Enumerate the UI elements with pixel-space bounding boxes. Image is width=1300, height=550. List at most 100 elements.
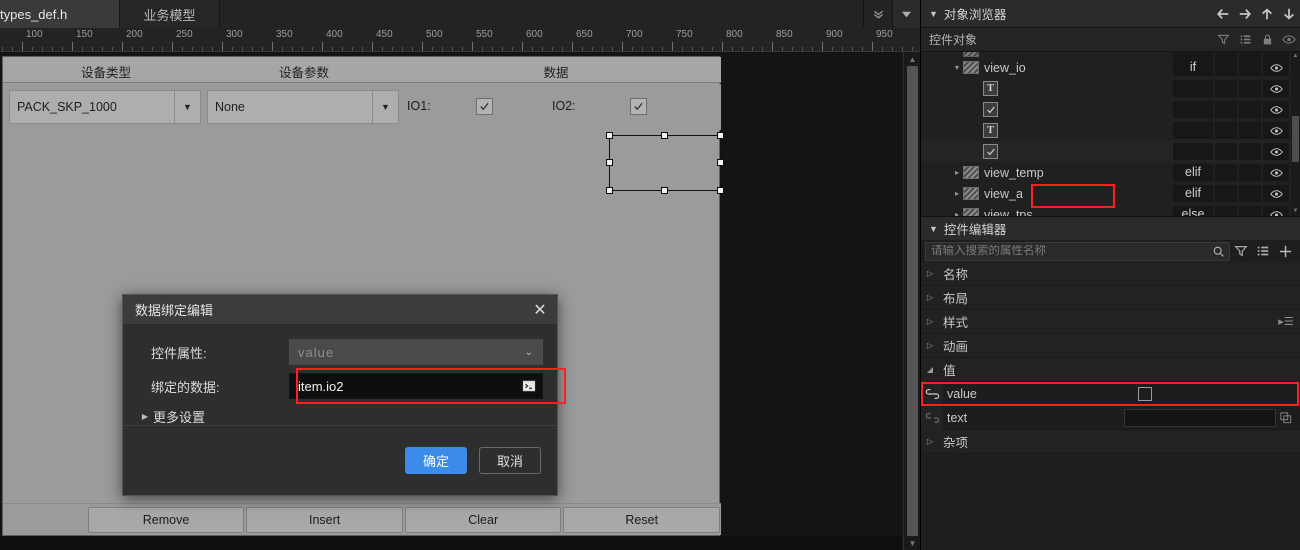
filter-icon[interactable]: [1212, 28, 1234, 52]
tree-row[interactable]: [921, 99, 1300, 120]
tree-expand-icon[interactable]: ▾: [951, 63, 963, 72]
visibility-eye-icon[interactable]: [1263, 122, 1289, 139]
chevron-down-icon[interactable]: ⌄: [525, 347, 542, 358]
scroll-up-icon[interactable]: ▲: [1292, 53, 1299, 60]
list-icon[interactable]: [1234, 28, 1256, 52]
eye-icon[interactable]: [1278, 28, 1300, 52]
visibility-eye-icon[interactable]: [1263, 206, 1289, 216]
property-group-名称[interactable]: ▷ 名称: [921, 262, 1300, 286]
arrow-up-icon[interactable]: [1256, 0, 1278, 28]
chevron-right-icon[interactable]: ▷: [921, 437, 939, 446]
resize-handle-s[interactable]: [661, 187, 668, 194]
resize-handle-n[interactable]: [661, 132, 668, 139]
tree-vertical-scrollbar[interactable]: ▲ ▼: [1291, 52, 1300, 216]
chevron-double-down-icon[interactable]: [864, 0, 892, 28]
tree-row[interactable]: [921, 141, 1300, 162]
chevron-down-icon[interactable]: ▼: [929, 224, 938, 234]
device-param-combobox[interactable]: None ▼: [207, 90, 399, 124]
visibility-eye-icon[interactable]: [1263, 143, 1289, 160]
lock-icon[interactable]: [1256, 28, 1278, 52]
property-group-样式[interactable]: ▷ 样式 ▸☰: [921, 310, 1300, 334]
tree-expand-icon[interactable]: ▸: [951, 210, 963, 216]
tree-row[interactable]: ▾ view_io if: [921, 57, 1300, 78]
visibility-eye-icon[interactable]: [1263, 59, 1289, 76]
close-icon[interactable]: ✕: [523, 295, 557, 325]
arrow-right-icon[interactable]: [1234, 0, 1256, 28]
remove-button[interactable]: Remove: [87, 506, 245, 533]
canvas-vertical-scrollbar[interactable]: ▲ ▼: [903, 52, 920, 550]
chevron-right-icon[interactable]: ▷: [921, 293, 939, 302]
property-row-text[interactable]: text: [921, 405, 1300, 430]
chevron-right-icon[interactable]: ▷: [921, 317, 939, 326]
chevron-down-icon[interactable]: ▼: [929, 9, 938, 19]
chevron-down-icon[interactable]: ▼: [174, 91, 200, 123]
resize-handle-nw[interactable]: [606, 132, 613, 139]
property-row-value[interactable]: value: [921, 381, 1300, 406]
visibility-eye-icon[interactable]: [1263, 164, 1289, 181]
chevron-down-icon[interactable]: [892, 0, 920, 28]
object-tree[interactable]: ▾ view_io if T T ▸ view_temp elif ▸ view_a elif ▸ vi…: [921, 52, 1300, 216]
reset-button[interactable]: Reset: [563, 506, 721, 533]
canvas-scroll-thumb[interactable]: [907, 66, 918, 536]
property-editor-title: 控件编辑器: [943, 223, 1007, 237]
arrow-left-icon[interactable]: [1212, 0, 1234, 28]
tree-row[interactable]: ▸ view_a elif: [921, 183, 1300, 204]
device-type-combobox[interactable]: PACK_SKP_1000 ▼: [9, 90, 201, 124]
filter-icon[interactable]: [1230, 240, 1252, 262]
property-editor-titlebar[interactable]: ▼ 控件编辑器: [921, 216, 1300, 240]
tree-row[interactable]: T: [921, 120, 1300, 141]
property-select[interactable]: value ⌄: [289, 339, 543, 365]
chevron-right-icon[interactable]: ▷: [921, 269, 939, 278]
selection-frame[interactable]: [606, 132, 724, 194]
io2-checkbox[interactable]: [630, 98, 647, 115]
insert-button[interactable]: Insert: [246, 506, 403, 533]
copy-icon[interactable]: [1276, 408, 1296, 428]
object-browser-titlebar[interactable]: ▼ 对象浏览器: [921, 0, 1300, 28]
scroll-up-icon[interactable]: ▲: [904, 52, 921, 66]
more-settings-toggle[interactable]: ▶ 更多设置: [137, 407, 543, 426]
visibility-eye-icon[interactable]: [1263, 185, 1289, 202]
property-value-checkbox[interactable]: [1138, 386, 1152, 401]
property-group-布局[interactable]: ▷ 布局: [921, 286, 1300, 310]
resize-handle-e[interactable]: [717, 159, 724, 166]
property-group-值[interactable]: ◢ 值: [921, 358, 1300, 382]
resize-handle-sw[interactable]: [606, 187, 613, 194]
tree-scroll-thumb[interactable]: [1292, 116, 1299, 162]
tab-types-def-h[interactable]: types_def.h: [0, 0, 120, 28]
binding-link-icon[interactable]: [921, 381, 943, 406]
tree-expand-icon[interactable]: ▸: [951, 189, 963, 198]
plus-icon[interactable]: [1274, 240, 1296, 262]
resize-handle-w[interactable]: [606, 159, 613, 166]
property-value-input[interactable]: [1124, 408, 1276, 427]
list-icon[interactable]: [1252, 240, 1274, 262]
visibility-eye-icon[interactable]: [1263, 101, 1289, 118]
ok-button[interactable]: 确定: [405, 447, 467, 474]
tree-expand-icon[interactable]: ▸: [951, 168, 963, 177]
scroll-down-icon[interactable]: ▼: [904, 536, 921, 550]
chevron-down-icon[interactable]: ◢: [921, 365, 939, 374]
clear-button[interactable]: Clear: [404, 506, 562, 533]
resize-handle-se[interactable]: [717, 187, 724, 194]
tab-business-model[interactable]: 业务模型: [120, 0, 220, 28]
property-search-box[interactable]: [925, 240, 1230, 262]
arrow-down-icon[interactable]: [1278, 0, 1300, 28]
tree-row[interactable]: ▸ view_tps else: [921, 204, 1300, 216]
chevron-down-icon[interactable]: ▼: [372, 91, 398, 123]
script-editor-icon[interactable]: [522, 379, 542, 393]
resize-handle-ne[interactable]: [717, 132, 724, 139]
menu-icon[interactable]: ▸☰: [1276, 312, 1296, 332]
search-icon[interactable]: [1207, 240, 1229, 262]
binding-link-icon[interactable]: [921, 405, 943, 430]
visibility-eye-icon[interactable]: [1263, 80, 1289, 97]
tree-row[interactable]: ▸ view_temp elif: [921, 162, 1300, 183]
property-group-杂项[interactable]: ▷ 杂项: [921, 430, 1300, 454]
data-binding-dialog[interactable]: 数据绑定编辑 ✕ 控件属性: value ⌄ 绑定的数据: item.io2 ▶…: [122, 294, 566, 496]
property-group-动画[interactable]: ▷ 动画: [921, 334, 1300, 358]
data-binding-input[interactable]: item.io2: [289, 373, 543, 399]
scroll-down-icon[interactable]: ▼: [1292, 208, 1299, 215]
chevron-right-icon[interactable]: ▷: [921, 341, 939, 350]
search-input[interactable]: [926, 245, 1207, 257]
io1-checkbox[interactable]: [476, 98, 493, 115]
cancel-button[interactable]: 取消: [479, 447, 541, 474]
tree-row[interactable]: T: [921, 78, 1300, 99]
